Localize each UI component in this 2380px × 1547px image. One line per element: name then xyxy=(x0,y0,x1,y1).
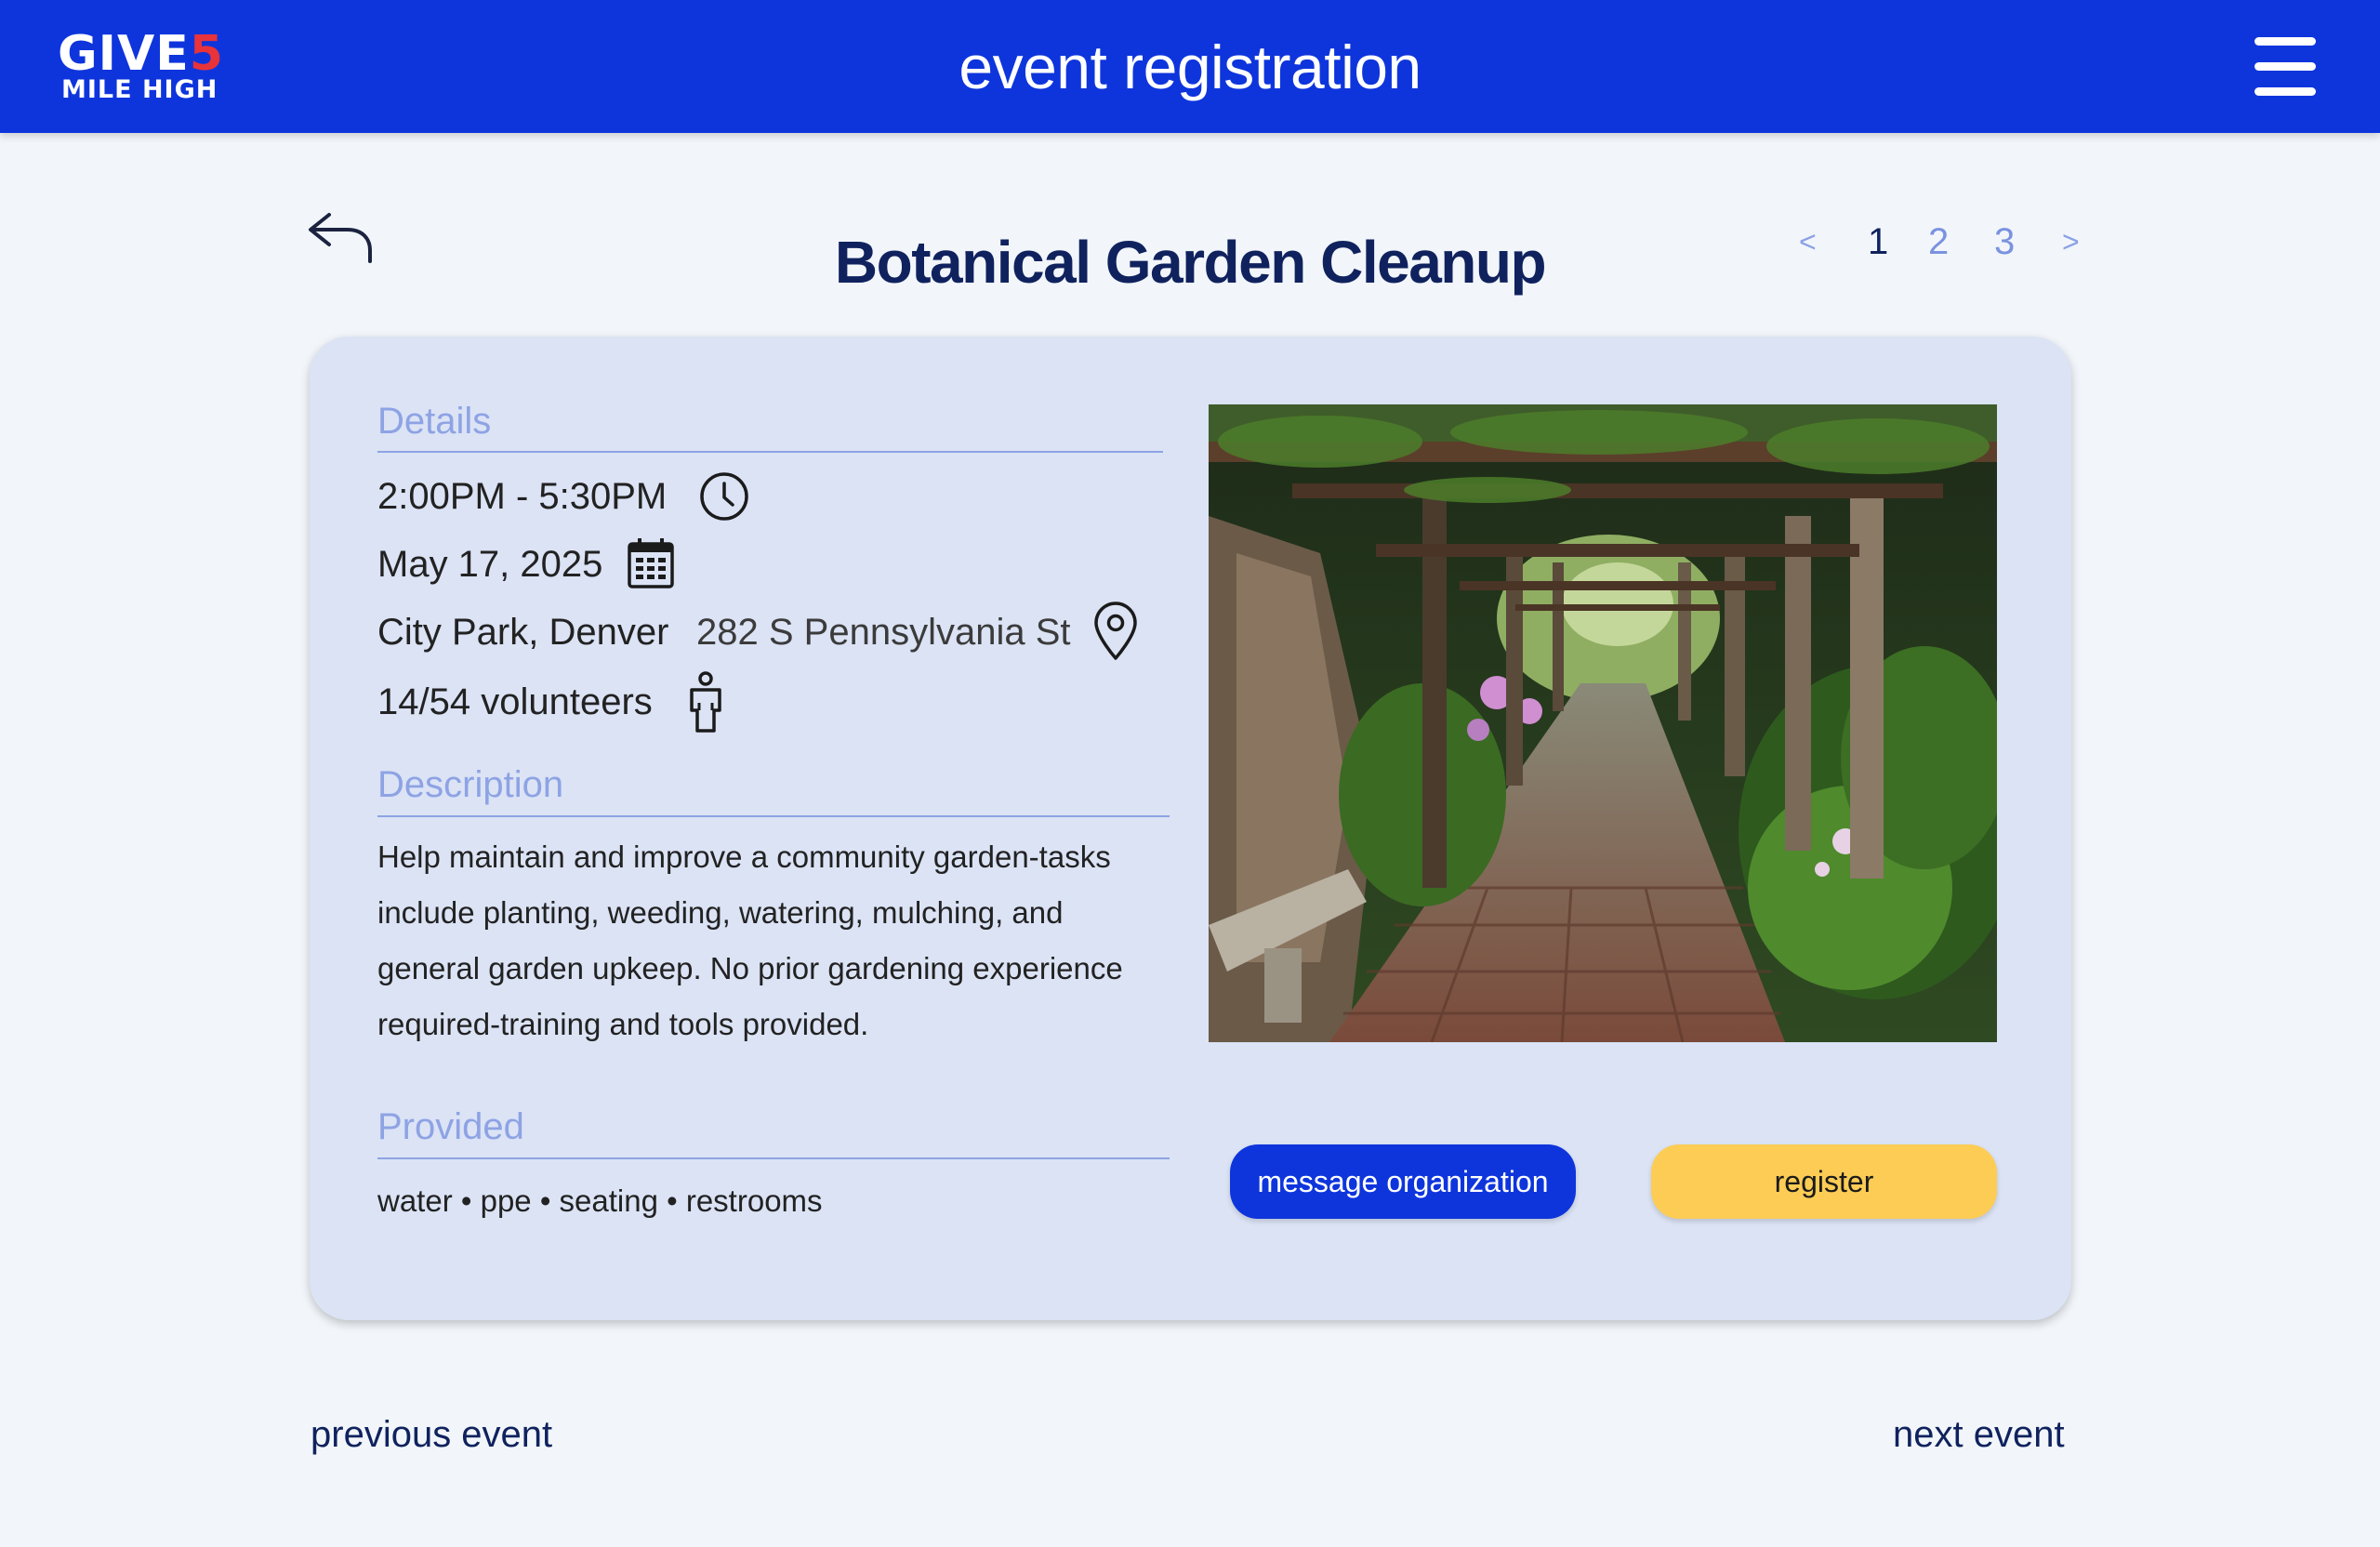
details-divider xyxy=(377,451,1163,453)
event-photo xyxy=(1209,404,1997,1042)
pagination-page-2[interactable]: 2 xyxy=(1928,214,1949,270)
map-pin-icon[interactable] xyxy=(1092,601,1139,667)
provided-items: water • ppe • seating • restrooms xyxy=(377,1183,823,1218)
top-navigation-bar: GIVE5 MILE HIGH event registration xyxy=(0,0,2380,133)
details-heading: Details xyxy=(377,401,492,442)
pagination-prev-button[interactable]: < xyxy=(1799,214,1817,270)
pagination-page-1[interactable]: 1 xyxy=(1868,214,1888,270)
person-icon xyxy=(687,671,724,739)
event-card: Details 2:00PM - 5:30PM May 17, 2025 Cit… xyxy=(310,337,2071,1320)
previous-event-link[interactable]: previous event xyxy=(311,1408,552,1461)
message-organization-button[interactable]: message organization xyxy=(1230,1144,1576,1219)
next-event-link[interactable]: next event xyxy=(1893,1408,2065,1461)
event-address[interactable]: 282 S Pennsylvania St xyxy=(696,608,1070,656)
hamburger-menu-icon[interactable] xyxy=(2254,37,2316,97)
description-heading: Description xyxy=(377,764,564,805)
pagination-page-3[interactable]: 3 xyxy=(1994,214,2015,270)
pagination-next-button[interactable]: > xyxy=(2062,214,2080,270)
provided-divider xyxy=(377,1157,1170,1159)
provided-heading: Provided xyxy=(377,1106,524,1147)
volunteer-count: 14/54 volunteers xyxy=(377,681,653,722)
calendar-icon xyxy=(626,536,676,594)
header-title: event registration xyxy=(959,33,1421,101)
event-date: May 17, 2025 xyxy=(377,544,603,585)
event-title: Botanical Garden Cleanup xyxy=(834,229,1547,296)
event-time: 2:00PM - 5:30PM xyxy=(377,476,668,517)
register-button[interactable]: register xyxy=(1651,1144,1997,1219)
description-divider xyxy=(377,815,1170,817)
event-location: City Park, Denver xyxy=(377,612,669,653)
event-description: Help maintain and improve a community ga… xyxy=(377,840,1123,1041)
clock-icon xyxy=(698,470,750,527)
